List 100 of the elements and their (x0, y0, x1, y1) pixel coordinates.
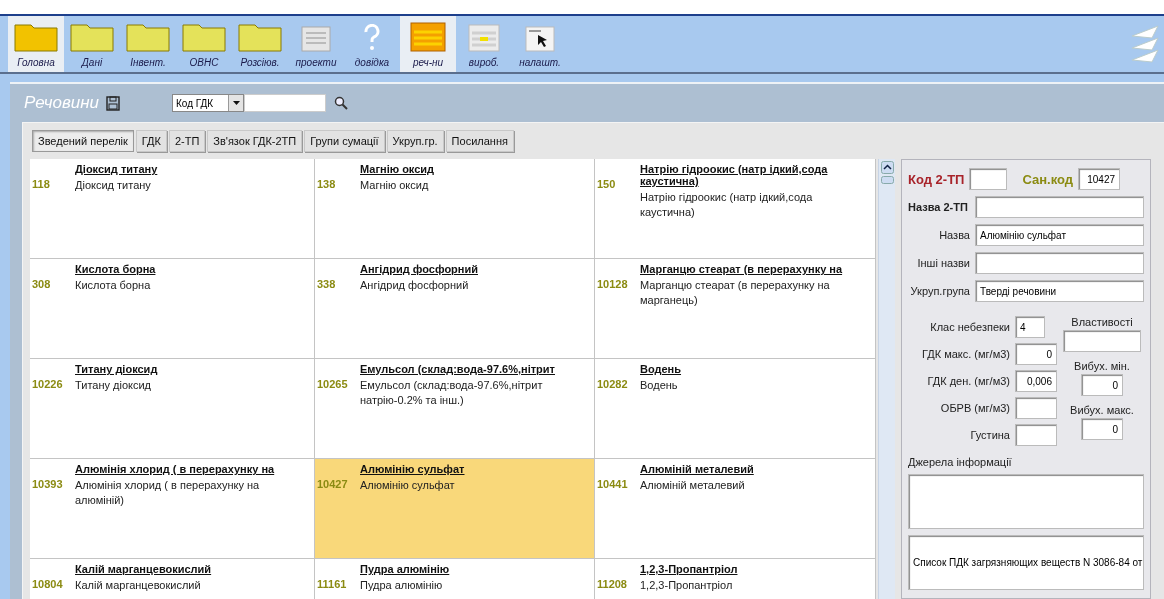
substance-code: 11208 (597, 578, 628, 592)
substance-name: Алюміній металевий (640, 478, 746, 493)
field-label: Клас небезпеки (929, 321, 1010, 333)
field-label: ОБРВ (мг/м3) (939, 402, 1010, 414)
sources-field[interactable] (908, 474, 1144, 529)
substance-code: 338 (317, 278, 337, 292)
substance-name: Пудра алюмінію (360, 578, 444, 593)
scroll-thumb[interactable] (880, 176, 894, 184)
search-field[interactable] (244, 94, 326, 112)
substance-name: Кислота борна (75, 278, 152, 293)
substance-title: Натрію гідроокис (натр ідкий,сода каустична) (640, 163, 829, 187)
substance-card[interactable]: 11208 1,2,3-Пропантріол 1,2,3-Пропантріол (595, 559, 876, 599)
substance-card[interactable]: 11161 Пудра алюмінію Пудра алюмінію (315, 559, 595, 599)
substance-name: Ангідрид фосфорний (360, 278, 470, 293)
table-icon (468, 24, 500, 52)
toolbar-button[interactable]: довідка (344, 16, 400, 72)
substance-title: Титану діоксид (75, 363, 158, 375)
substance-card[interactable]: 10427 Алюмінію сульфат Алюмінію сульфат (315, 459, 595, 559)
substance-card[interactable]: 10804 Калій марганцевокислий Калій марганцевокислий (30, 559, 315, 599)
substance-name: 1,2,3-Пропантріол (640, 578, 734, 593)
substance-title: Марганцю стеарат (в перерахунку на (640, 263, 844, 275)
toolbar-button[interactable]: Головна (8, 16, 64, 72)
substance-code: 10265 (317, 378, 349, 392)
number-field[interactable]: 0 (1081, 418, 1123, 440)
substance-name: Марганцю стеарат (в перерахунку на марганець) (640, 278, 831, 308)
text-field[interactable]: Тверді речовини (975, 280, 1144, 302)
substance-card[interactable]: 338 Ангідрид фосфорний Ангідрид фосфорний (315, 259, 595, 359)
substance-card[interactable]: 308 Кислота борна Кислота борна (30, 259, 315, 359)
scrollbar[interactable] (878, 159, 895, 599)
table-icon (410, 22, 446, 52)
caret-icon (232, 101, 240, 105)
substance-title: Кислота борна (75, 263, 156, 275)
toolbar-button[interactable]: реч-ни (400, 16, 456, 72)
substance-name: Алюмінію сульфат (360, 478, 456, 493)
search-icon[interactable] (334, 96, 348, 110)
substance-name: Калій марганцевокислий (75, 578, 202, 593)
tab[interactable]: Посилання (445, 130, 514, 152)
number-field[interactable]: 0,006 (1015, 370, 1057, 392)
tab[interactable]: ГДК (135, 130, 167, 152)
substance-code: 10226 (32, 378, 64, 392)
field-label: Вибух. мін. (1074, 360, 1130, 372)
tab[interactable]: Групи сумації (304, 130, 385, 152)
substance-name: Водень (640, 378, 679, 393)
toolbar-button[interactable]: Інвент. (120, 16, 176, 72)
substance-card[interactable]: 10282 Водень Водень (595, 359, 876, 459)
number-field[interactable]: 0 (1015, 343, 1057, 365)
substance-code: 150 (597, 178, 617, 192)
toolbar-button[interactable]: ОВНС (176, 16, 232, 72)
toolbar-button[interactable]: Дані (64, 16, 120, 72)
toolbar-button[interactable]: вироб. (456, 16, 512, 72)
source-field[interactable]: Список ПДК загрязняющих веществ N 3086-84 от (908, 535, 1144, 590)
substance-card[interactable]: 10226 Титану діоксид Титану діоксид (30, 359, 315, 459)
number-field[interactable]: 4 (1015, 316, 1045, 338)
number-field[interactable] (1063, 330, 1141, 352)
field-label: Код 2-ТП (908, 171, 965, 187)
scroll-up-icon[interactable] (880, 161, 894, 174)
substance-code: 10128 (597, 278, 629, 292)
field-label: Властивості (1071, 316, 1133, 328)
folder-icon (182, 22, 226, 52)
substance-title: Емульсол (склад:вода-97.6%,нітрит (360, 363, 556, 375)
cursor-icon (525, 26, 555, 52)
substance-title: Водень (640, 363, 682, 375)
save-icon[interactable] (106, 95, 120, 111)
tab[interactable]: Укруп.гр. (386, 130, 444, 152)
toolbar-button[interactable]: налашт. (512, 16, 568, 72)
substance-card[interactable]: 10441 Алюміній металевий Алюміній металевий (595, 459, 876, 559)
tab[interactable]: 2-ТП (168, 130, 206, 152)
substance-name: Магнію оксид (360, 178, 430, 193)
help-icon (362, 24, 382, 52)
name-field[interactable] (975, 196, 1144, 218)
substance-code: 10282 (597, 378, 629, 392)
san-code-field[interactable]: 10427 (1078, 168, 1121, 190)
folder-icon (126, 22, 170, 52)
substance-card[interactable]: 150 Натрію гідроокис (натр ідкий,сода каустична) Натрію гідроокис (натр ідкий,сода каустична) (595, 159, 876, 259)
substance-title: Алюмінію сульфат (360, 463, 465, 475)
substance-card[interactable]: 10265 Емульсол (склад:вода-97.6%,нітрит Емульсол (склад:вода-97.6%,нітрит натрію-0.2% та інш.) (315, 359, 595, 459)
number-field[interactable] (1015, 397, 1057, 419)
substance-card[interactable]: 10393 Алюмінія хлорид ( в перерахунку на Алюмінія хлорид ( в перерахунку на алюміній) (30, 459, 315, 559)
field-label: ГДК макс. (мг/м3) (921, 348, 1010, 360)
substance-title: Алюмінія хлорид ( в перерахунку на (75, 463, 276, 475)
number-field[interactable] (1015, 424, 1057, 446)
text-field[interactable] (975, 252, 1144, 274)
search-by-select[interactable]: Код ГДК (172, 94, 244, 112)
substance-code: 11161 (317, 578, 348, 592)
substance-card[interactable]: 118 Діоксид титану Діоксид титану (30, 159, 315, 259)
tab[interactable]: Зведений перелік (32, 130, 134, 152)
field-label: Інші назви (916, 257, 970, 269)
code-field[interactable] (969, 168, 1008, 190)
number-field[interactable]: 0 (1081, 374, 1123, 396)
substance-code: 118 (32, 178, 51, 192)
toolbar-button[interactable]: Розсіюв. (232, 16, 288, 72)
substance-card[interactable]: 138 Магнію оксид Магнію оксид (315, 159, 595, 259)
list-icon (301, 26, 331, 52)
tab[interactable]: Зв'язок ГДК-2ТП (207, 130, 303, 152)
substance-card[interactable]: 10128 Марганцю стеарат (в перерахунку на Марганцю стеарат (в перерахунку на марганець) (595, 259, 876, 359)
paper-planes-icon (1130, 24, 1160, 64)
toolbar-button[interactable]: проекти (288, 16, 344, 72)
folder-icon (14, 22, 58, 52)
text-field[interactable]: Алюмінію сульфат (975, 224, 1144, 246)
substance-code: 10393 (32, 478, 64, 492)
